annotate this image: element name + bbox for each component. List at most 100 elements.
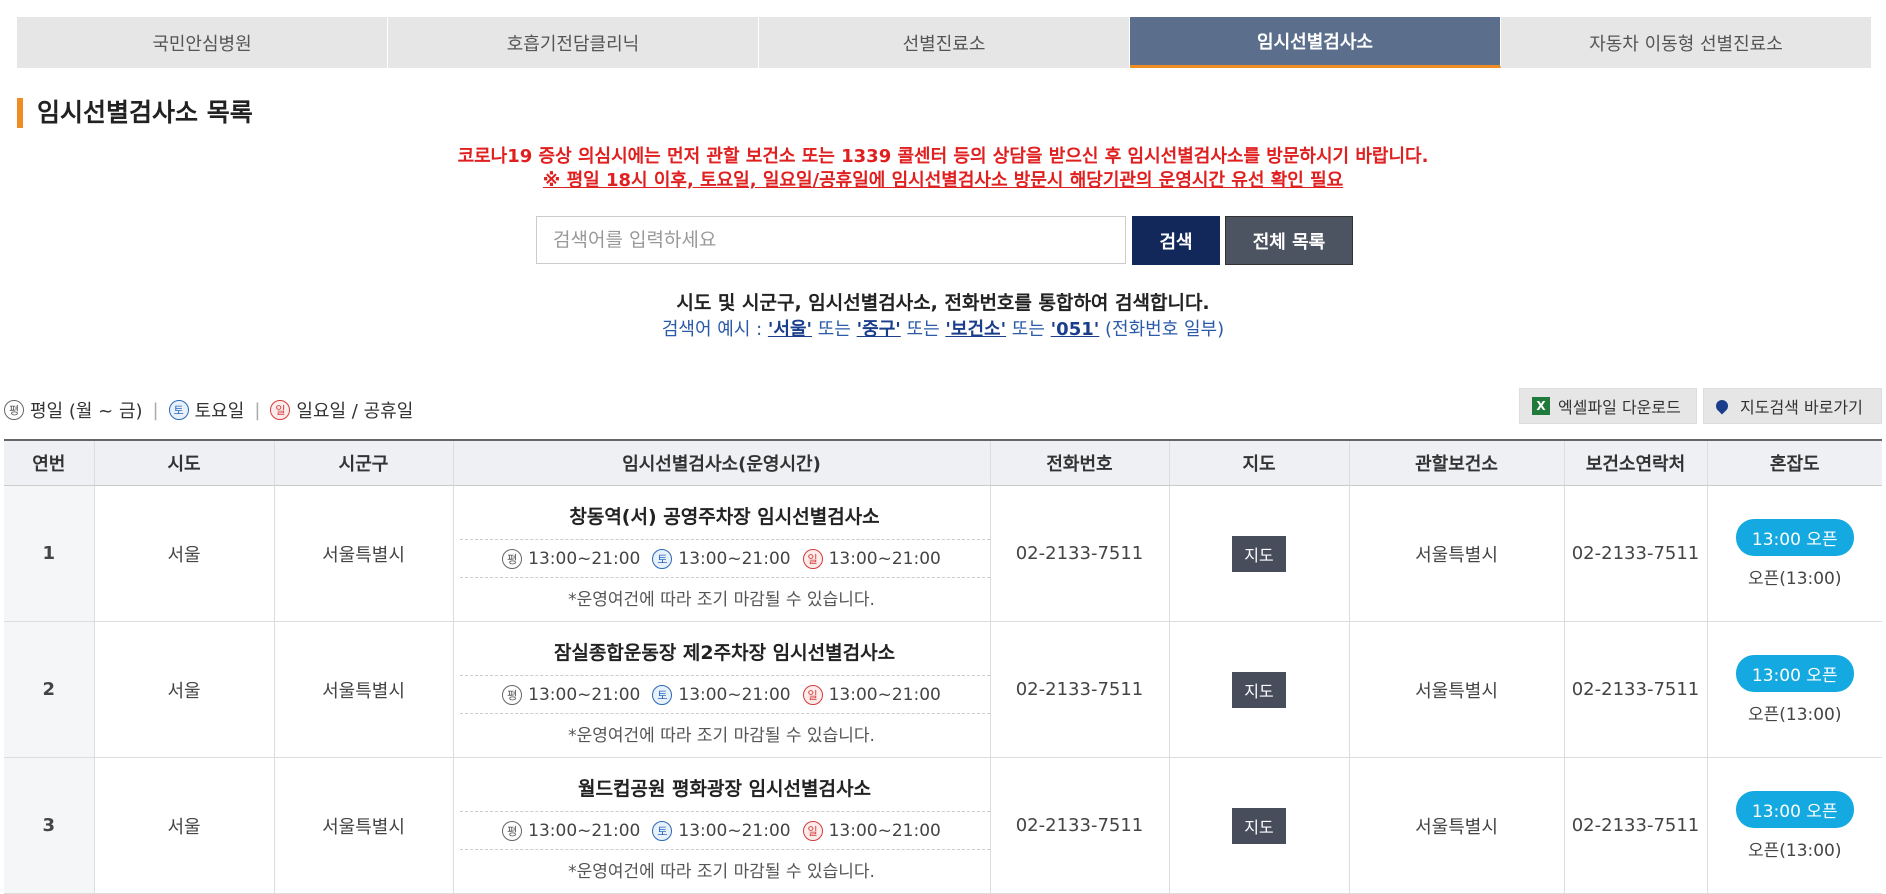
legend-saturday-label: 토요일 — [194, 401, 245, 422]
row-congestion-cell: 13:00 오픈 오픈(13:00) — [1707, 621, 1882, 758]
col-header-map: 지도 — [1169, 439, 1350, 486]
row-health-center: 서울특별시 — [1349, 485, 1565, 622]
row-hc-phone: 02-2133-7511 — [1564, 485, 1708, 622]
row-congestion-cell: 13:00 오픈 오픈(13:00) — [1707, 485, 1882, 622]
row-number: 3 — [4, 757, 95, 894]
saturday-hours: 13:00~21:00 — [678, 684, 791, 705]
row-sido: 서울 — [94, 757, 275, 894]
tab-screening-clinic[interactable]: 선별진료소 — [759, 17, 1130, 68]
row-phone: 02-2133-7511 — [990, 621, 1170, 758]
site-name: 창동역(서) 공영주차장 임시선별검사소 — [459, 494, 990, 540]
weekday-badge-icon: 평 — [502, 684, 523, 705]
example-prefix: 검색어 예시 : — [661, 319, 768, 340]
row-number: 2 — [4, 621, 95, 758]
weekday-badge-icon: 평 — [4, 400, 24, 420]
table-header-row: 연번 시도 시군구 임시선별검사소(운영시간) 전화번호 지도 관할보건소 보건… — [4, 439, 1882, 486]
row-map-cell: 지도 — [1169, 621, 1350, 758]
legend-separator: | — [254, 399, 261, 421]
example-link-seoul[interactable]: '서울' — [768, 319, 812, 340]
weekday-hours: 13:00~21:00 — [528, 684, 641, 705]
site-name: 잠실종합운동장 제2주차장 임시선별검사소 — [459, 630, 990, 676]
map-pin-icon — [1713, 397, 1731, 415]
saturday-badge-icon: 토 — [652, 548, 673, 569]
saturday-badge-icon: 토 — [168, 400, 189, 420]
table-row: 1 서울 서울특별시 창동역(서) 공영주차장 임시선별검사소 평 13:00~2… — [4, 485, 1882, 622]
sunday-badge-icon: 일 — [802, 548, 823, 569]
map-button[interactable]: 지도 — [1232, 671, 1286, 708]
legend-weekday-label: 평일 (월 ~ 금) — [30, 401, 143, 422]
status-text: 오픈(13:00) — [1747, 840, 1842, 861]
all-list-button[interactable]: 전체 목록 — [1225, 216, 1353, 265]
saturday-badge-icon: 토 — [652, 684, 673, 705]
map-button[interactable]: 지도 — [1232, 807, 1286, 844]
legend-sunday-label: 일요일 / 공휴일 — [296, 401, 414, 422]
sunday-hours: 13:00~21:00 — [828, 548, 941, 569]
example-or: 또는 — [900, 319, 946, 340]
status-text: 오픈(13:00) — [1747, 704, 1842, 725]
tab-bar: 국민안심병원 호흡기전담클리닉 선별진료소 임시선별검사소 자동차 이동형 선별… — [17, 17, 1871, 68]
notice-line-2: ※ 평일 18시 이후, 토요일, 일요일/공휴일에 임시선별검사소 방문시 해… — [542, 170, 1344, 191]
status-badge: 13:00 오픈 — [1735, 790, 1854, 828]
sunday-badge-icon: 일 — [270, 400, 291, 420]
example-or: 또는 — [812, 319, 857, 340]
search-button[interactable]: 검색 — [1132, 216, 1220, 265]
notice-line-1: 코로나19 증상 의심시에는 먼저 관할 보건소 또는 1339 콜센터 등의 … — [457, 146, 1429, 167]
sunday-hours: 13:00~21:00 — [828, 820, 941, 841]
row-site-cell: 잠실종합운동장 제2주차장 임시선별검사소 평 13:00~21:00 토 13:0… — [453, 621, 991, 758]
sunday-hours: 13:00~21:00 — [828, 684, 941, 705]
tab-drive-thru-clinic[interactable]: 자동차 이동형 선별진료소 — [1501, 17, 1871, 68]
example-link-junggu[interactable]: '중구' — [857, 319, 901, 340]
example-link-051[interactable]: '051' — [1051, 319, 1100, 340]
row-sigungu: 서울특별시 — [274, 485, 454, 622]
col-header-sigungu: 시군구 — [274, 439, 454, 486]
excel-download-button[interactable]: X 엑셀파일 다운로드 — [1519, 388, 1697, 424]
saturday-badge-icon: 토 — [652, 820, 673, 841]
tab-temporary-screening[interactable]: 임시선별검사소 — [1130, 17, 1501, 68]
map-search-label: 지도검색 바로가기 — [1740, 398, 1863, 417]
site-hours: 평 13:00~21:00 토 13:00~21:00 일 13:00~21:00 — [459, 812, 990, 850]
map-search-button[interactable]: 지도검색 바로가기 — [1703, 388, 1882, 424]
col-header-congestion: 혼잡도 — [1707, 439, 1882, 486]
sunday-badge-icon: 일 — [802, 684, 823, 705]
tab-safe-hospital[interactable]: 국민안심병원 — [17, 17, 388, 68]
row-map-cell: 지도 — [1169, 757, 1350, 894]
row-health-center: 서울특별시 — [1349, 621, 1565, 758]
tab-respiratory-clinic[interactable]: 호흡기전담클리닉 — [388, 17, 759, 68]
status-badge: 13:00 오픈 — [1735, 654, 1854, 692]
col-header-phone: 전화번호 — [990, 439, 1170, 486]
status-text: 오픈(13:00) — [1747, 568, 1842, 589]
row-site-cell: 창동역(서) 공영주차장 임시선별검사소 평 13:00~21:00 토 13:00… — [453, 485, 991, 622]
row-sigungu: 서울특별시 — [274, 621, 454, 758]
site-hours: 평 13:00~21:00 토 13:00~21:00 일 13:00~21:00 — [459, 676, 990, 714]
example-or: 또는 — [1006, 319, 1051, 340]
table-row: 3 서울 서울특별시 월드컵공원 평화광장 임시선별검사소 평 13:00~21:… — [4, 757, 1882, 894]
col-header-site: 임시선별검사소(운영시간) — [453, 439, 991, 486]
row-sido: 서울 — [94, 485, 275, 622]
status-badge: 13:00 오픈 — [1735, 518, 1854, 556]
row-sigungu: 서울특별시 — [274, 757, 454, 894]
legend-separator: | — [152, 399, 159, 421]
weekday-hours: 13:00~21:00 — [528, 548, 641, 569]
table-row: 2 서울 서울특별시 잠실종합운동장 제2주차장 임시선별검사소 평 13:00~… — [4, 621, 1882, 758]
site-note: *운영여건에 따라 조기 마감될 수 있습니다. — [568, 725, 875, 746]
row-map-cell: 지도 — [1169, 485, 1350, 622]
map-button[interactable]: 지도 — [1232, 535, 1286, 572]
sunday-badge-icon: 일 — [802, 820, 823, 841]
site-name: 월드컵공원 평화광장 임시선별검사소 — [459, 766, 990, 812]
search-input[interactable] — [536, 216, 1126, 264]
row-hc-phone: 02-2133-7511 — [1564, 621, 1708, 758]
row-sido: 서울 — [94, 621, 275, 758]
page-title: 임시선별검사소 목록 — [17, 98, 253, 128]
search-example-text: 검색어 예시 : '서울' 또는 '중구' 또는 '보건소' 또는 '051' … — [0, 315, 1886, 341]
search-help-text: 시도 및 시군구, 임시선별검사소, 전화번호를 통합하여 검색합니다. — [676, 292, 1210, 314]
weekday-hours: 13:00~21:00 — [528, 820, 641, 841]
site-note: *운영여건에 따라 조기 마감될 수 있습니다. — [568, 589, 875, 610]
site-hours: 평 13:00~21:00 토 13:00~21:00 일 13:00~21:00 — [459, 540, 990, 578]
example-link-health-center[interactable]: '보건소' — [945, 319, 1006, 340]
schedule-legend: 평 평일 (월 ~ 금) | 토 토요일 | 일 일요일 / 공휴일 — [4, 397, 413, 423]
weekday-badge-icon: 평 — [502, 548, 523, 569]
col-header-no: 연번 — [4, 439, 95, 486]
row-phone: 02-2133-7511 — [990, 757, 1170, 894]
row-phone: 02-2133-7511 — [990, 485, 1170, 622]
row-number: 1 — [4, 485, 95, 622]
